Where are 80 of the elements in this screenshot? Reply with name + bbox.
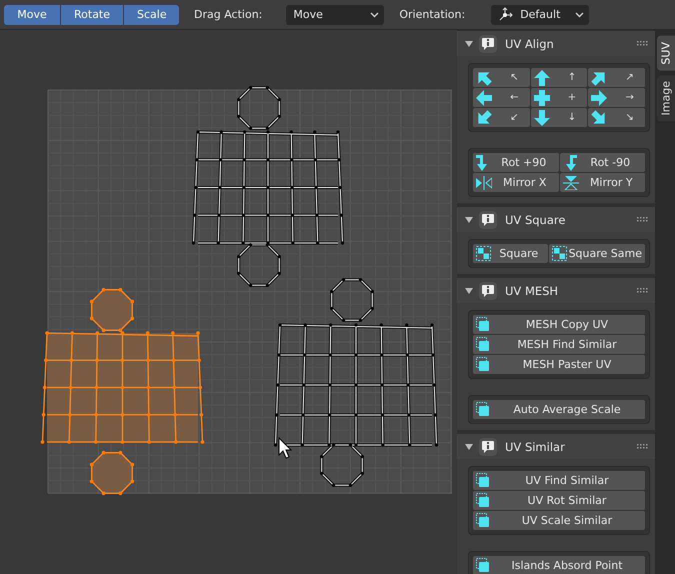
transform-button[interactable]: Mirror X [473,173,558,192]
tool-button[interactable]: MESH Paster UV [473,355,645,374]
chevron-icon [575,12,584,18]
tool-button[interactable]: Auto Average Scale [473,400,645,419]
mirror-icon [476,176,492,190]
panel-title: UV MESH [505,284,560,298]
arrow-icon [591,110,608,126]
tool-button[interactable]: MESH Copy UV [473,315,645,334]
uv-island-drawing[interactable] [274,278,438,487]
square-icon [476,317,490,332]
collapse-icon[interactable] [465,444,473,450]
align-button[interactable]: ↓ [530,108,588,127]
align-button[interactable]: ↑ [530,68,588,87]
axes-icon [498,6,514,22]
tool-button[interactable]: UV Find Similar [473,471,645,490]
arrow-icon [534,70,550,86]
tool-button[interactable]: Rotate [61,4,123,24]
panel-header[interactable]: UV Square [457,207,655,232]
info-icon [479,210,497,228]
checker-icon [476,246,491,261]
sidebar-tab[interactable]: Image [657,74,675,122]
square-icon [476,473,490,488]
square-icon [476,337,490,352]
square-button[interactable]: Square [473,244,548,263]
tool-button[interactable]: Move [4,4,60,24]
drag-action-label: Drag Action: [194,8,262,21]
square-icon [476,493,490,508]
orientation-dropdown[interactable]: Default [491,4,590,24]
tool-button[interactable]: UV Scale Similar [473,511,645,530]
panel-header[interactable]: UV MESH [457,278,655,303]
align-button[interactable]: ↗ [588,68,645,87]
orientation-label: Orientation: [399,8,466,21]
collapse-icon[interactable] [465,288,473,294]
transform-button[interactable]: Rot +90 [473,153,558,172]
panel-title: UV Square [505,212,566,226]
tool-button[interactable]: Islands Absord Point [473,556,645,574]
collapse-icon[interactable] [465,40,473,46]
square-icon [476,402,490,417]
info-icon [479,34,497,52]
square-icon [476,558,490,573]
panel-header[interactable]: UV Align [457,31,655,56]
uv-island-drawing[interactable] [192,86,344,287]
align-button[interactable]: + [530,88,588,107]
square-icon [476,357,490,372]
checker-icon [552,246,567,261]
cursor-icon [278,436,292,459]
info-icon [479,282,497,300]
align-button[interactable]: ← [473,88,530,107]
arrow-icon [476,90,492,106]
tool-button[interactable]: UV Rot Similar [473,491,645,510]
drag-handle-icon[interactable] [637,288,649,293]
square-icon [476,513,490,528]
drag-action-dropdown[interactable]: Move [286,4,384,24]
arrow-icon [591,70,608,86]
drag-handle-icon[interactable] [637,41,649,46]
tool-button[interactable]: Scale [124,4,179,24]
square-button[interactable]: Square Same [548,244,645,263]
transform-button[interactable]: Rot -90 [560,153,645,172]
tool-button[interactable]: MESH Find Similar [473,335,645,354]
sidebar-tab[interactable]: SUV [657,36,675,71]
drag-handle-icon[interactable] [637,217,649,222]
collapse-icon[interactable] [465,216,473,222]
transform-button[interactable]: Mirror Y [560,173,645,192]
drag-handle-icon[interactable] [637,444,649,449]
panel-title: UV Similar [505,440,566,454]
panel-header[interactable]: UV Similar [457,434,655,459]
panel-title: UV Align [505,36,555,50]
plus-icon [534,90,550,106]
turn-arrow-icon [476,154,490,170]
arrow-icon [476,110,492,126]
align-button[interactable]: ↖ [473,68,530,87]
arrow-icon [476,70,492,86]
align-button[interactable]: ↙ [473,108,530,127]
info-icon [479,438,497,456]
arrow-icon [591,90,608,106]
align-button[interactable]: → [588,88,645,107]
arrow-icon [534,110,550,126]
align-button[interactable]: ↘ [588,108,645,127]
chevron-icon [370,12,380,18]
mirror-icon [562,176,578,190]
